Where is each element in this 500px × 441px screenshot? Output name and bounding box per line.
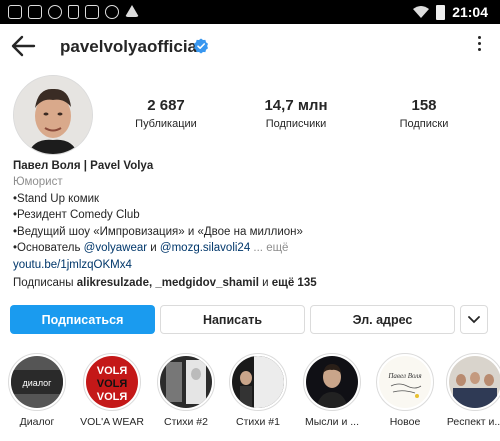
followed-names: alikresulzade, _medgidov_shamil — [76, 276, 259, 289]
profile-category: Юморист — [13, 176, 63, 189]
chevron-down-icon — [468, 315, 480, 323]
bio-line-founder: •Основатель @volyawear и @mozg.silavoli2… — [13, 240, 493, 256]
highlight-poems-1[interactable]: Стихи #1 — [226, 353, 290, 428]
dashboard-icon — [28, 5, 42, 19]
highlight-cover-text: VOLЯ — [97, 365, 128, 377]
highlight-dialog[interactable]: диалог Диалог — [5, 353, 69, 428]
following-value: 158 — [411, 97, 437, 114]
telegram-icon — [125, 5, 139, 17]
followers-value: 14,7 млн — [264, 97, 328, 114]
highlight-label: VOL'A WEAR — [80, 416, 144, 428]
highlight-cover-image: Павел Воля — [379, 356, 431, 408]
followers-label: Подписчики — [265, 118, 327, 130]
highlight-cover-image — [232, 356, 284, 408]
highlight-poems-2[interactable]: Стихи #2 — [154, 353, 218, 428]
instagram-icon — [48, 5, 62, 19]
battery-icon — [436, 4, 446, 20]
message-button[interactable]: Написать — [160, 305, 305, 334]
posts-value: 2 687 — [147, 97, 185, 114]
bio-website-link[interactable]: youtu.be/1jmlzqOKMx4 — [13, 257, 493, 273]
following-label: Подписки — [399, 118, 449, 130]
highlight-label: Новое — [389, 416, 421, 428]
followed-prefix: Подписаны — [13, 276, 77, 289]
highlight-cover-text: Павел Воля — [387, 372, 421, 380]
profile-avatar[interactable] — [13, 75, 93, 155]
highlight-new[interactable]: Павел Воля Новое — [373, 353, 437, 428]
verified-badge-icon — [194, 38, 208, 54]
more-options-icon[interactable] — [476, 36, 482, 56]
highlight-cover-image: диалог — [11, 356, 63, 408]
mention-volyawear[interactable]: @volyawear — [84, 242, 147, 254]
profile-name: Павел Воля | Pavel Volya — [13, 160, 154, 172]
followers-count[interactable]: 14,7 млн Подписчики — [246, 97, 346, 130]
highlight-label: Респект и... — [446, 416, 500, 428]
highlight-volya-wear[interactable]: VOLЯ VOLЯ VOLЯ VOL'A WEAR — [80, 353, 144, 428]
highlight-label: Диалог — [19, 416, 55, 428]
wifi-icon — [413, 6, 430, 18]
back-arrow-icon[interactable] — [10, 34, 36, 58]
profile-header: pavelvolyaofficial — [0, 24, 500, 68]
founder-prefix: •Основатель — [13, 242, 84, 255]
highlight-cover-text: VOLЯ — [97, 391, 128, 403]
highlight-cover-text: VOLЯ — [97, 378, 128, 390]
mention-mozg-silavoli24[interactable]: @mozg.silavoli24 — [160, 242, 250, 254]
profile-bio: Павел Воля | Pavel Volya Юморист •Stand … — [13, 158, 493, 291]
posts-count[interactable]: 2 687 Публикации — [116, 97, 216, 130]
highlight-cover-text: диалог — [23, 378, 53, 388]
youtube-icon — [85, 5, 99, 19]
suggested-accounts-button[interactable] — [460, 305, 488, 334]
vk-icon — [105, 5, 119, 19]
bio-line: •Резидент Comedy Club — [13, 209, 140, 222]
founder-and: и — [147, 242, 160, 255]
email-button[interactable]: Эл. адрес — [310, 305, 455, 334]
followed-more: ещё 135 — [271, 276, 317, 289]
highlight-thoughts[interactable]: Мысли и ... — [300, 353, 364, 428]
lock-icon — [68, 5, 79, 19]
followed-suffix: и — [258, 276, 272, 289]
followed-by[interactable]: Подписаны alikresulzade, _medgidov_shami… — [13, 275, 493, 291]
highlight-cover-image — [306, 356, 358, 408]
highlight-cover-image: VOLЯ VOLЯ VOLЯ — [86, 356, 138, 408]
following-count[interactable]: 158 Подписки — [374, 97, 474, 130]
gallery-icon — [8, 5, 22, 19]
highlight-cover-image — [160, 356, 212, 408]
follow-button[interactable]: Подписаться — [10, 305, 155, 334]
username-title: pavelvolyaofficial — [60, 37, 202, 56]
status-bar: 21:04 — [0, 0, 500, 24]
posts-label: Публикации — [135, 118, 197, 130]
highlight-label: Стихи #1 — [236, 416, 280, 428]
bio-more-link[interactable]: ... ещё — [253, 242, 288, 254]
highlight-respect[interactable]: Респект и... — [443, 353, 500, 428]
status-time: 21:04 — [452, 4, 488, 20]
bio-line: •Ведущий шоу «Импровизация» и «Двое на м… — [13, 225, 303, 238]
highlight-cover-image — [449, 356, 500, 408]
bio-line: •Stand Up комик — [13, 192, 100, 205]
highlight-label: Мысли и ... — [305, 416, 359, 428]
highlight-label: Стихи #2 — [164, 416, 208, 428]
